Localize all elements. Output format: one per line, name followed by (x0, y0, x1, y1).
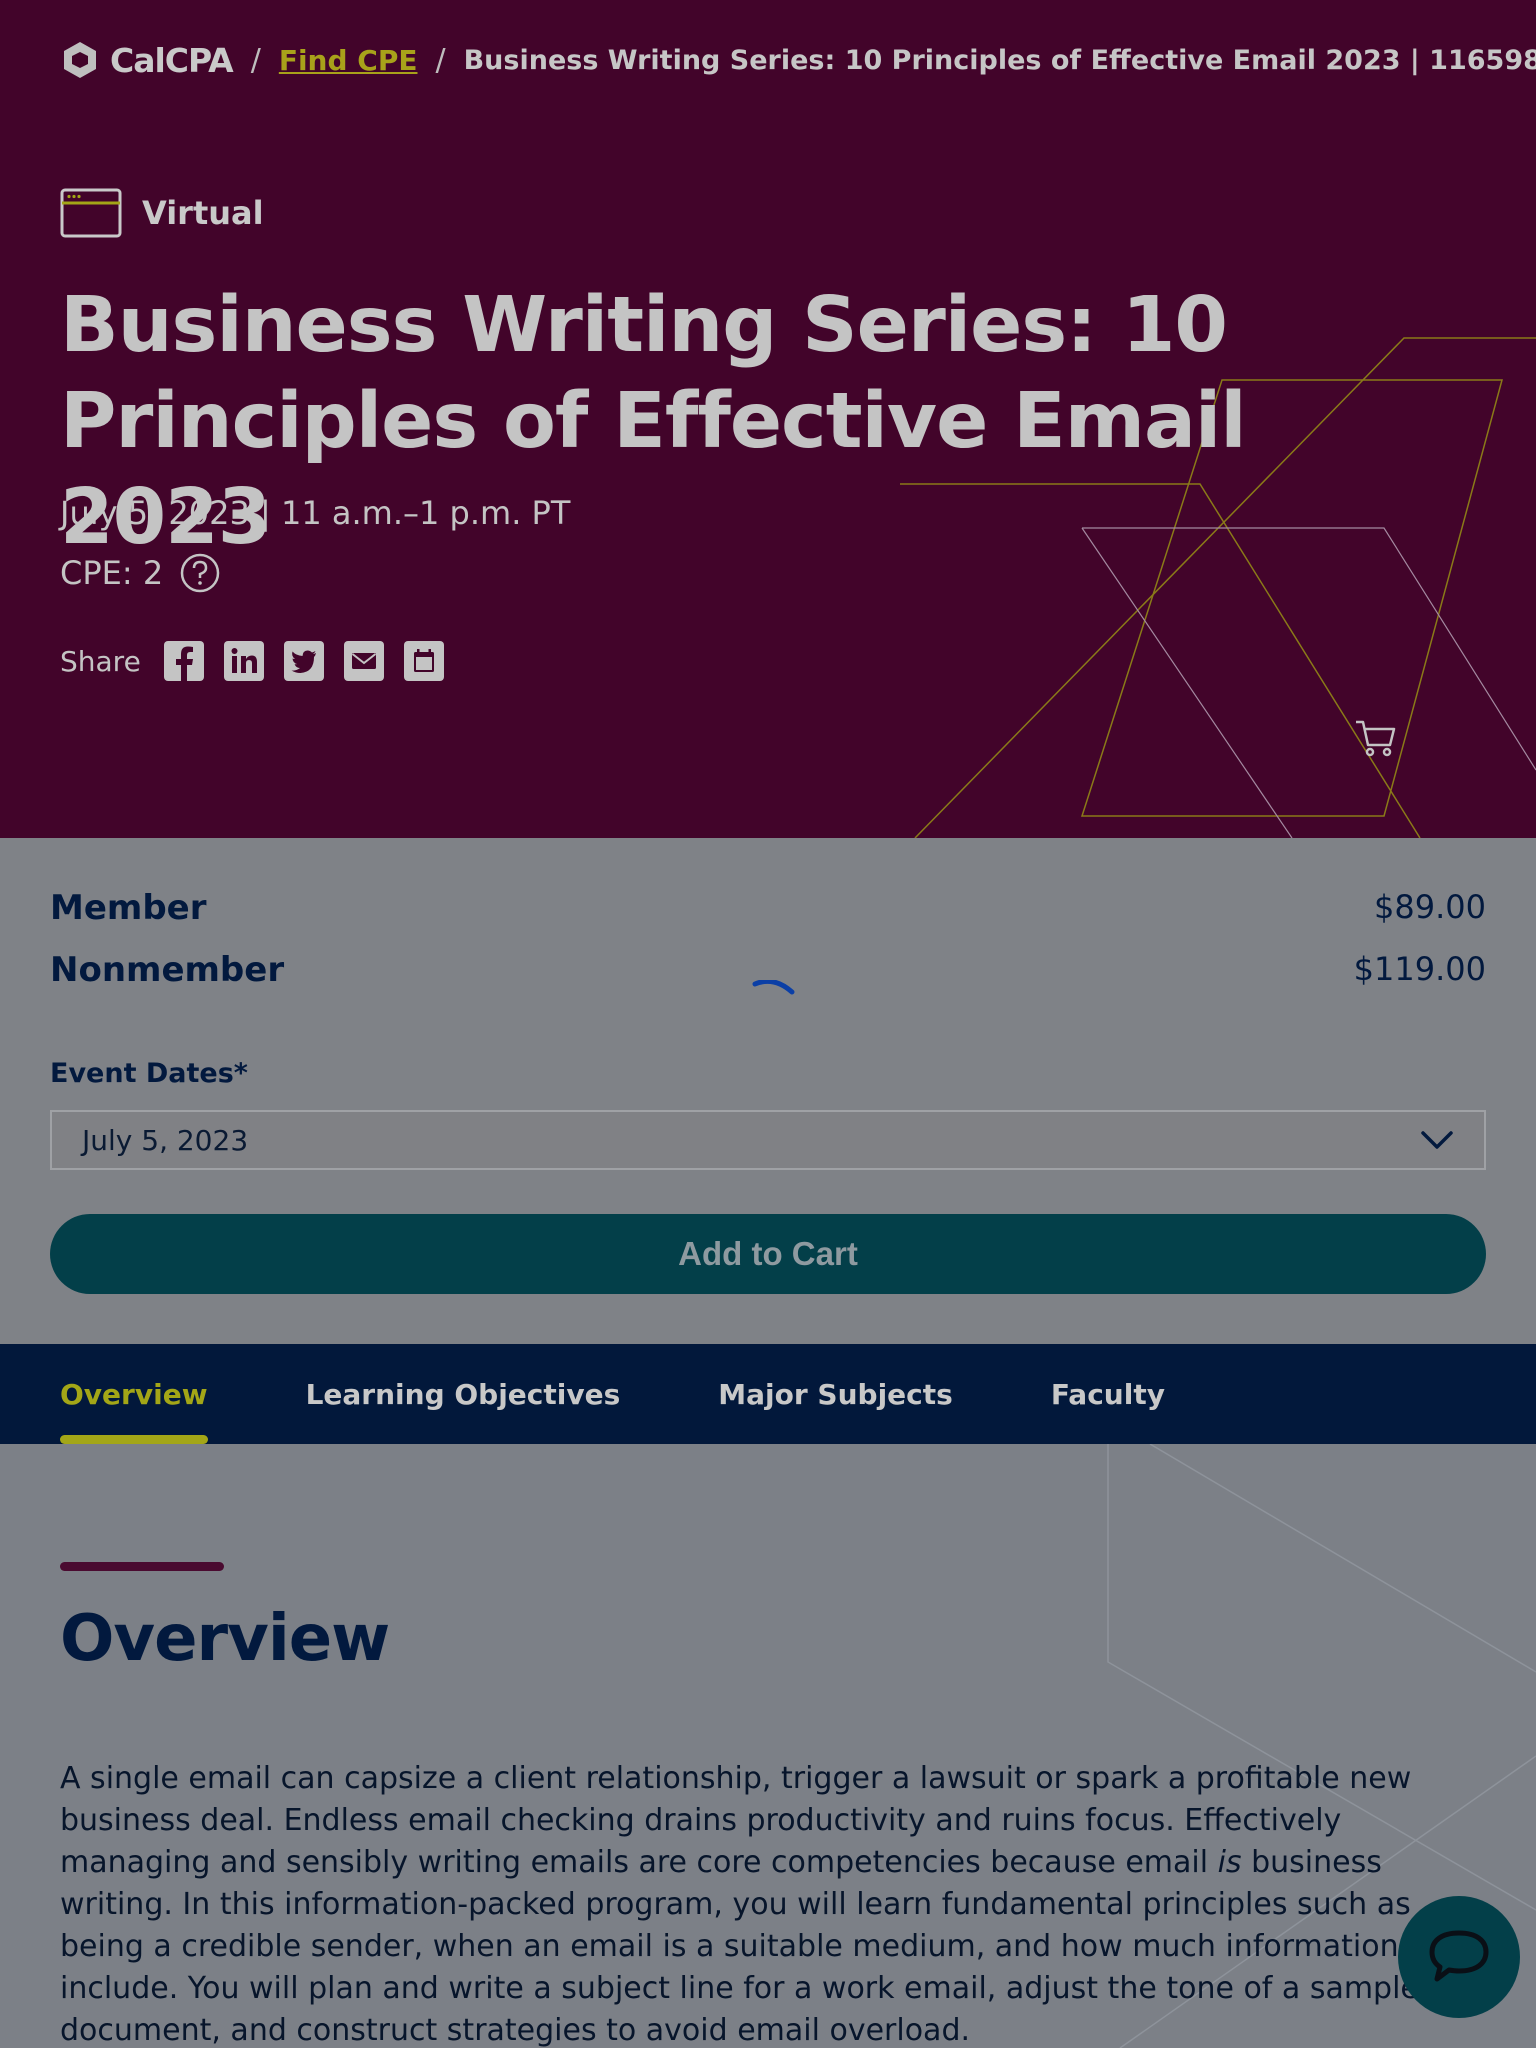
email-icon (343, 641, 384, 681)
calcpa-logo[interactable]: CalCPA (60, 40, 234, 80)
event-dates-selected-value: July 5, 2023 (82, 1123, 249, 1157)
breadcrumb-current: Business Writing Series: 10 Principles o… (463, 44, 1536, 76)
share-email-button[interactable] (343, 640, 385, 682)
tab-major-subjects[interactable]: Major Subjects (718, 1344, 953, 1444)
virtual-browser-icon (60, 188, 122, 238)
member-price-row: Member $89.00 (50, 888, 1486, 928)
linkedin-icon (223, 641, 264, 681)
share-linkedin-button[interactable] (223, 640, 265, 682)
section-tabs: Overview Learning Objectives Major Subje… (0, 1344, 1536, 1444)
facebook-icon (163, 641, 204, 681)
overview-text-emphasis: is (1217, 1845, 1242, 1880)
event-hero: CalCPA / Find CPE / Business Writing Ser… (0, 0, 1536, 838)
tab-overview[interactable]: Overview (60, 1344, 208, 1444)
overview-accent-rule (60, 1562, 224, 1571)
event-dates-label: Event Dates* (50, 1058, 248, 1089)
add-to-calendar-button[interactable] (403, 640, 445, 682)
breadcrumb-separator: / (435, 42, 446, 78)
logo-text: CalCPA (110, 40, 234, 80)
cpe-credits: CPE: 2 (60, 552, 221, 594)
chevron-down-icon (1421, 1131, 1453, 1149)
overview-description: A single email can capsize a client rela… (60, 1758, 1460, 2048)
tab-faculty[interactable]: Faculty (1051, 1344, 1165, 1444)
nonmember-label: Nonmember (50, 950, 285, 990)
shopping-cart-icon[interactable] (1354, 716, 1398, 760)
tab-learning-objectives[interactable]: Learning Objectives (306, 1344, 621, 1444)
breadcrumb-separator: / (250, 42, 261, 78)
share-bar: Share (60, 640, 445, 682)
member-price: $89.00 (1374, 888, 1486, 926)
calendar-icon (403, 641, 444, 681)
share-label: Share (60, 644, 141, 678)
breadcrumb-find-cpe-link[interactable]: Find CPE (279, 44, 418, 77)
event-date-time: July 5, 2023 | 11 a.m.–1 p.m. PT (60, 494, 571, 532)
share-facebook-button[interactable] (163, 640, 205, 682)
calcpa-logo-icon (64, 42, 96, 78)
twitter-icon (283, 641, 324, 681)
member-label: Member (50, 888, 207, 928)
loading-spinner-icon (752, 980, 795, 995)
overview-section: Overview A single email can capsize a cl… (0, 1444, 1536, 2048)
nonmember-price: $119.00 (1353, 950, 1486, 988)
event-dates-select[interactable]: July 5, 2023 (50, 1110, 1486, 1170)
breadcrumb: CalCPA / Find CPE / Business Writing Ser… (60, 38, 1536, 82)
add-to-cart-button[interactable]: Add to Cart (50, 1214, 1486, 1294)
overview-text-part: A single email can capsize a client rela… (60, 1761, 1412, 1880)
cpe-label: CPE: 2 (60, 554, 164, 592)
chat-bubble-icon (1429, 1930, 1489, 1982)
share-twitter-button[interactable] (283, 640, 325, 682)
event-format: Virtual (60, 188, 264, 238)
format-label: Virtual (142, 194, 264, 232)
help-question-icon[interactable] (179, 552, 221, 594)
overview-heading: Overview (60, 1602, 390, 1676)
chat-widget-button[interactable] (1398, 1896, 1520, 2018)
